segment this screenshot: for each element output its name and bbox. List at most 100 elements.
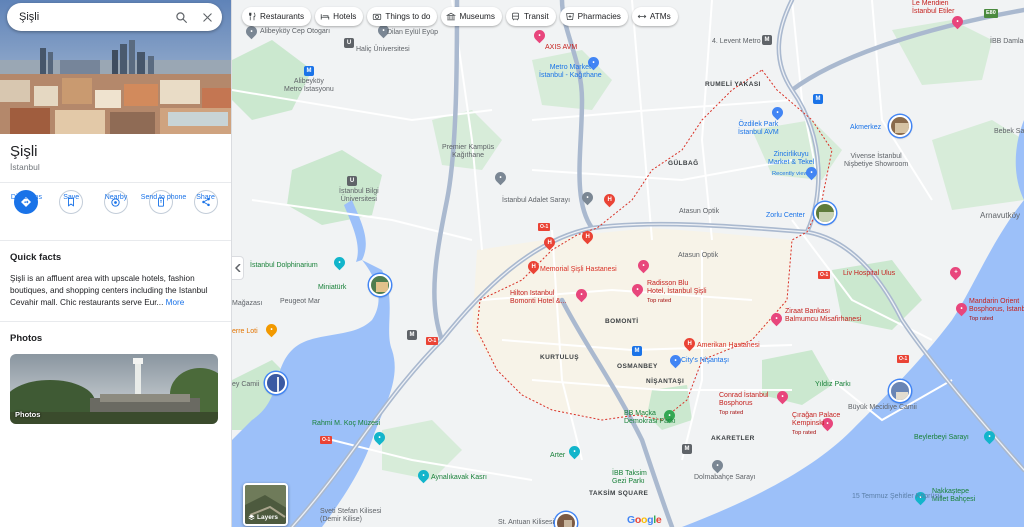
send-to-phone-label: Send to phone bbox=[140, 194, 187, 201]
map-label[interactable]: Atasun Optik bbox=[678, 252, 718, 260]
map-label[interactable]: Yıldız Parkı bbox=[815, 381, 851, 389]
map-label[interactable]: Atasun Optik bbox=[679, 208, 719, 216]
map-label[interactable]: Zorlu Center bbox=[766, 212, 805, 220]
save-button[interactable]: Save bbox=[50, 190, 92, 214]
map-label[interactable]: Dilan Eylül Eyüp bbox=[387, 29, 438, 37]
map-label[interactable]: BB Maçka Demokrasi Parkı bbox=[624, 410, 676, 426]
bus-icon bbox=[511, 12, 521, 22]
chip-label: ATMs bbox=[649, 12, 671, 21]
action-bar: Directions Save Nearby Send to phone Sha… bbox=[0, 190, 231, 214]
map-label[interactable]: Vivense İstanbul Nişbetiye Showroom bbox=[844, 153, 908, 169]
directions-button[interactable]: Directions bbox=[5, 190, 47, 214]
map-label[interactable]: Peugeot Mar bbox=[280, 298, 320, 306]
chip-pharmacies[interactable]: Pharmacies bbox=[559, 7, 628, 26]
mosque-photo-marker[interactable] bbox=[265, 372, 287, 394]
metro-icon[interactable]: M bbox=[813, 94, 823, 104]
map-label[interactable]: Mağazası bbox=[232, 300, 262, 308]
zorlu-photo-marker[interactable] bbox=[814, 202, 836, 224]
map-label[interactable]: Akmerkez bbox=[850, 124, 881, 132]
map-label[interactable]: İstanbul Dolphinarium bbox=[250, 262, 318, 270]
map-label[interactable]: Metro Market İstanbul - Kağıthane bbox=[539, 64, 602, 80]
map-label[interactable]: Haliç Üniversitesi bbox=[356, 46, 410, 54]
road-shield: O-1 bbox=[320, 436, 333, 444]
metro-icon[interactable]: M bbox=[682, 444, 692, 454]
map-label[interactable]: Arnavutköy bbox=[980, 212, 1020, 220]
map-label[interactable]: City's Nişantaşı bbox=[681, 357, 729, 365]
map-label[interactable]: Le Meridien İstanbul Etiler bbox=[912, 0, 954, 16]
road-shield: O-1 bbox=[818, 271, 831, 279]
map-label[interactable]: 15 Temmuz Şehitler Köprüsü bbox=[852, 493, 942, 501]
map-label[interactable]: Aynalıkavak Kasrı bbox=[431, 474, 487, 482]
atm-icon bbox=[637, 12, 647, 22]
map-label[interactable]: İstanbul Adalet Sarayı bbox=[502, 197, 570, 205]
chip-atms[interactable]: ATMs bbox=[631, 7, 678, 26]
more-link[interactable]: More bbox=[166, 298, 185, 307]
university-icon[interactable]: U bbox=[344, 38, 354, 48]
search-input[interactable]: Şişli bbox=[19, 11, 170, 23]
map-label[interactable]: Alibeyköy Cep Otogarı bbox=[260, 28, 330, 36]
send-to-phone-button[interactable]: Send to phone bbox=[140, 190, 187, 214]
map-label[interactable]: Miniatürk bbox=[318, 284, 346, 292]
map-label[interactable]: Zincirlikuyu Market & Tekel bbox=[768, 151, 814, 167]
map-label[interactable]: Rahmi M. Koç Müzesi bbox=[312, 420, 380, 428]
map-label[interactable]: Özdilek Park İstanbul AVM bbox=[738, 121, 779, 137]
miniaturk-photo-marker[interactable] bbox=[369, 274, 391, 296]
map-label[interactable]: Mandarin Orient Bosphorus, İstanbul bbox=[969, 298, 1024, 314]
map-label[interactable]: Premier Kampüs Kağıthane bbox=[442, 144, 494, 160]
metro-icon[interactable]: M bbox=[762, 35, 772, 45]
search-icon[interactable] bbox=[170, 6, 192, 28]
chip-label: Hotels bbox=[333, 12, 357, 21]
map-label[interactable]: Arter bbox=[550, 452, 565, 460]
map-label[interactable]: Liv Hospital Ulus bbox=[843, 270, 895, 278]
map-label[interactable]: Dolmabahçe Sarayı bbox=[694, 474, 755, 482]
chip-museums[interactable]: Museums bbox=[441, 7, 502, 26]
photos-title: Photos bbox=[10, 333, 43, 344]
map-sublabel: Top rated bbox=[719, 410, 744, 416]
map-label[interactable]: Alibeyköy Metro İstasyonu bbox=[284, 78, 334, 94]
map-label[interactable]: Bebek Sa bbox=[994, 128, 1024, 136]
map-label[interactable]: Sveti Stefan Kilisesi (Demir Kilise) bbox=[320, 508, 381, 524]
metro-icon[interactable]: M bbox=[407, 330, 417, 340]
map-label[interactable]: Memorial Şişli Hastanesi bbox=[540, 266, 617, 274]
chip-things-to-do[interactable]: Things to do bbox=[367, 7, 438, 26]
place-title: Şişli bbox=[10, 143, 38, 160]
share-button[interactable]: Share bbox=[185, 190, 227, 214]
antuan-photo-marker[interactable] bbox=[555, 512, 577, 527]
chip-transit[interactable]: Transit bbox=[505, 7, 556, 26]
category-chips: Restaurants Hotels Things to do Museums … bbox=[242, 7, 678, 26]
metro-icon[interactable]: M bbox=[632, 346, 642, 356]
map-label[interactable]: Beylerbeyi Sarayı bbox=[914, 434, 969, 442]
chip-hotels[interactable]: Hotels bbox=[315, 7, 364, 26]
chip-restaurants[interactable]: Restaurants bbox=[242, 7, 312, 26]
directions-label: Directions bbox=[10, 194, 42, 201]
map-label[interactable]: İBB Damlac bbox=[990, 38, 1024, 46]
map-label[interactable]: St. Antuan Kilisesi bbox=[498, 519, 554, 527]
map-label[interactable]: ey Camii bbox=[232, 381, 259, 389]
bed-icon bbox=[320, 12, 330, 22]
nearby-button[interactable]: Nearby bbox=[95, 190, 137, 214]
map-label[interactable]: Hilton Istanbul Bomonti Hotel &... bbox=[510, 290, 566, 306]
search-box[interactable]: Şişli bbox=[7, 3, 222, 31]
close-icon[interactable] bbox=[196, 6, 218, 28]
map-label[interactable]: Conrad İstanbul Bosphorus bbox=[719, 392, 768, 408]
map-label[interactable]: Çırağan Palace Kempinski bbox=[792, 412, 840, 428]
collapse-panel-button[interactable] bbox=[232, 256, 244, 280]
university-icon[interactable]: U bbox=[347, 176, 357, 186]
map-label[interactable]: Radisson Blu Hotel, İstanbul Şişli bbox=[647, 280, 707, 296]
map-label[interactable]: İstanbul Bilgi Üniversitesi bbox=[339, 188, 379, 204]
layers-button[interactable]: Layers bbox=[243, 483, 288, 526]
photo-card[interactable]: Photos bbox=[10, 354, 218, 424]
map-label[interactable]: erre Loti bbox=[232, 328, 258, 336]
map-label[interactable]: Büyük Mecidiye Camii bbox=[848, 404, 917, 412]
district-label: NİŞANTAŞI bbox=[646, 378, 685, 385]
map-label[interactable]: İBB Taksim Gezi Parkı bbox=[612, 470, 647, 486]
metro-icon[interactable]: M bbox=[304, 66, 314, 76]
akmerkez-photo-marker[interactable] bbox=[889, 115, 911, 137]
map-label[interactable]: 4. Levent Metro bbox=[712, 38, 761, 46]
map-label[interactable]: Amerikan Hastanesi bbox=[697, 342, 760, 350]
mecidiye-photo-marker[interactable] bbox=[889, 380, 911, 402]
fork-knife-icon bbox=[247, 12, 257, 22]
map-label[interactable]: Ziraat Bankası Balmumcu Misafirhanesi bbox=[785, 308, 861, 324]
map-canvas[interactable]: Restaurants Hotels Things to do Museums … bbox=[232, 0, 1024, 527]
map-label[interactable]: AXIS AVM bbox=[545, 44, 577, 52]
